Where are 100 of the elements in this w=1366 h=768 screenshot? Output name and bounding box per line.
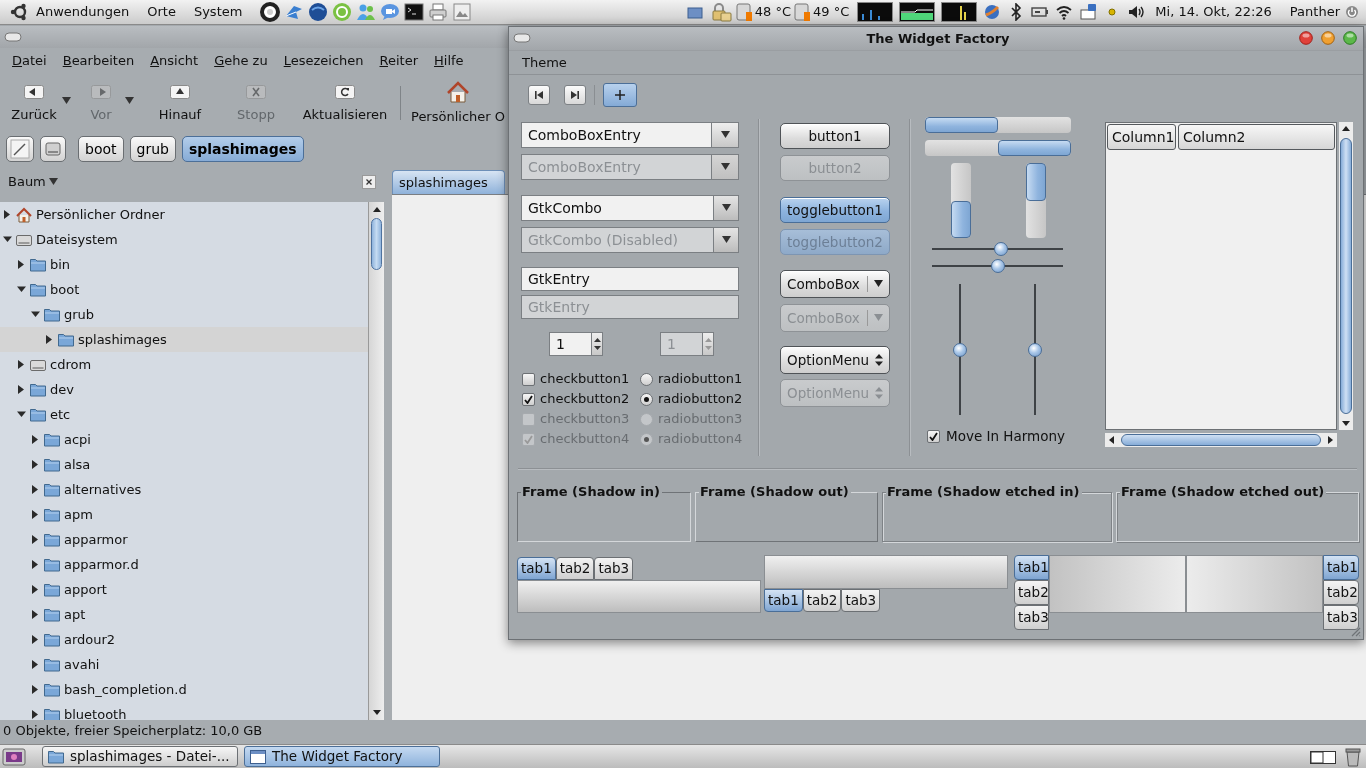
mail-icon[interactable] bbox=[983, 3, 1002, 21]
column-header[interactable]: Column2 bbox=[1178, 124, 1335, 150]
window-list-icon[interactable] bbox=[686, 5, 703, 19]
checkbox-label[interactable]: checkbutton2 bbox=[540, 389, 630, 409]
tab[interactable]: tab3 bbox=[1323, 605, 1359, 630]
expander-icon[interactable] bbox=[2, 235, 12, 244]
toolbar-button[interactable]: Persönlicher O bbox=[409, 74, 507, 132]
lifebuoy-icon[interactable] bbox=[260, 2, 281, 22]
tree-item[interactable]: apparmor.d bbox=[0, 552, 368, 577]
path-button[interactable]: splashimages bbox=[181, 136, 304, 162]
scrollbar[interactable] bbox=[1105, 433, 1337, 447]
slider-thumb[interactable] bbox=[990, 259, 1005, 273]
tab[interactable]: tab2 bbox=[1014, 580, 1049, 605]
path-toggle-button[interactable] bbox=[6, 136, 34, 162]
padlock-icon[interactable] bbox=[710, 2, 733, 22]
toolbar-button[interactable] bbox=[528, 85, 550, 105]
expander-icon[interactable] bbox=[16, 285, 26, 294]
package-update-icon[interactable] bbox=[1079, 3, 1098, 21]
tree-item[interactable]: apport bbox=[0, 577, 368, 602]
expander-icon[interactable] bbox=[30, 485, 40, 494]
dropdown-button[interactable] bbox=[713, 195, 739, 221]
system-monitor-graph[interactable] bbox=[857, 2, 894, 22]
slider-thumb[interactable] bbox=[994, 242, 1008, 256]
checkbox[interactable] bbox=[927, 429, 940, 443]
panel-menu[interactable]: Anwendungen bbox=[36, 2, 130, 22]
tree-item[interactable]: apt bbox=[0, 602, 368, 627]
tree-item[interactable]: avahi bbox=[0, 652, 368, 677]
sidebar-title[interactable]: Baum bbox=[8, 172, 46, 192]
expander-icon[interactable] bbox=[16, 385, 26, 394]
tree-item[interactable]: boot bbox=[0, 277, 368, 302]
expander-icon[interactable] bbox=[2, 210, 12, 219]
text-field[interactable]: GtkEntry bbox=[521, 267, 739, 291]
globe-icon[interactable] bbox=[308, 2, 329, 22]
radio-label[interactable]: radiobutton1 bbox=[658, 369, 743, 389]
radio-button[interactable] bbox=[640, 392, 653, 406]
menu-item[interactable]: Bearbeiten bbox=[62, 51, 135, 71]
clock[interactable]: Mi, 14. Okt, 22:26 bbox=[1155, 2, 1272, 22]
expander-icon[interactable] bbox=[44, 335, 54, 344]
tab[interactable]: tab2 bbox=[1323, 580, 1359, 605]
image-icon[interactable] bbox=[452, 2, 473, 22]
workspace-switcher-icon[interactable] bbox=[1310, 748, 1336, 765]
chip-icon[interactable] bbox=[793, 2, 812, 22]
caret-icon[interactable] bbox=[48, 178, 58, 186]
terminal-icon[interactable] bbox=[404, 2, 425, 22]
tab[interactable]: tab2 bbox=[555, 557, 595, 580]
scrollbar[interactable] bbox=[1339, 122, 1353, 430]
slider-thumb[interactable] bbox=[953, 342, 967, 357]
menu-item[interactable]: Theme bbox=[522, 52, 567, 73]
tree-item[interactable]: alternatives bbox=[0, 477, 368, 502]
tab[interactable]: tab1 bbox=[1014, 555, 1049, 580]
checkbox-label[interactable]: checkbutton1 bbox=[540, 369, 630, 389]
expander-icon[interactable] bbox=[30, 610, 40, 619]
maximize-button[interactable] bbox=[1343, 31, 1357, 45]
menu-item[interactable]: Reiter bbox=[379, 51, 419, 71]
expander-icon[interactable] bbox=[16, 260, 26, 269]
user-name[interactable]: Panther bbox=[1289, 2, 1340, 22]
tree-item[interactable]: apm bbox=[0, 502, 368, 527]
stepper-button[interactable] bbox=[591, 332, 603, 356]
show-desktop-icon[interactable] bbox=[2, 746, 26, 767]
expander-icon[interactable] bbox=[30, 535, 40, 544]
tree-item[interactable]: bash_completion.d bbox=[0, 677, 368, 702]
trash-icon[interactable] bbox=[1344, 746, 1362, 767]
tree-item[interactable]: Dateisystem bbox=[0, 227, 368, 252]
dropdown-button[interactable] bbox=[711, 122, 739, 148]
push-button[interactable]: button1 bbox=[780, 123, 890, 149]
toolbar-button[interactable] bbox=[564, 85, 586, 105]
power-icon[interactable] bbox=[1344, 4, 1360, 20]
option-menu[interactable]: OptionMenu bbox=[780, 346, 890, 374]
tree-item[interactable]: splashimages bbox=[0, 327, 368, 352]
tree-item[interactable]: bluetooth bbox=[0, 702, 368, 720]
expander-icon[interactable] bbox=[30, 585, 40, 594]
menu-item[interactable]: Gehe zu bbox=[214, 51, 268, 71]
menu-item[interactable]: Ansicht bbox=[150, 51, 199, 71]
radio-button[interactable] bbox=[640, 372, 653, 386]
path-button[interactable]: grub bbox=[129, 136, 176, 162]
expander-icon[interactable] bbox=[30, 660, 40, 669]
caret-icon[interactable] bbox=[62, 97, 71, 105]
expander-icon[interactable] bbox=[16, 410, 26, 419]
expander-icon[interactable] bbox=[30, 560, 40, 569]
expander-icon[interactable] bbox=[30, 710, 40, 719]
menu-item[interactable]: Lesezeichen bbox=[283, 51, 364, 71]
tree-item[interactable]: dev bbox=[0, 377, 368, 402]
expander-icon[interactable] bbox=[30, 310, 40, 319]
tab[interactable]: tab3 bbox=[594, 557, 634, 580]
combo-entry-field[interactable]: ComboBoxEntry bbox=[521, 122, 711, 148]
close-icon[interactable] bbox=[362, 175, 376, 189]
tab[interactable]: tab3 bbox=[841, 589, 881, 612]
tree-item[interactable]: acpi bbox=[0, 427, 368, 452]
chip-icon[interactable] bbox=[734, 2, 753, 22]
tab[interactable]: tab2 bbox=[802, 589, 842, 612]
expander-icon[interactable] bbox=[16, 360, 26, 369]
volume-icon[interactable] bbox=[1127, 3, 1146, 21]
checkbox[interactable] bbox=[522, 392, 535, 406]
spin-field[interactable]: 1 bbox=[549, 332, 591, 356]
expander-icon[interactable] bbox=[30, 635, 40, 644]
checkbox[interactable] bbox=[522, 372, 535, 386]
menu-item[interactable]: Hilfe bbox=[434, 51, 464, 71]
tree-item[interactable]: Persönlicher Ordner bbox=[0, 202, 368, 227]
radio-label[interactable]: radiobutton2 bbox=[658, 389, 743, 409]
taskbar-button[interactable]: splashimages - Datei-... bbox=[42, 746, 238, 767]
